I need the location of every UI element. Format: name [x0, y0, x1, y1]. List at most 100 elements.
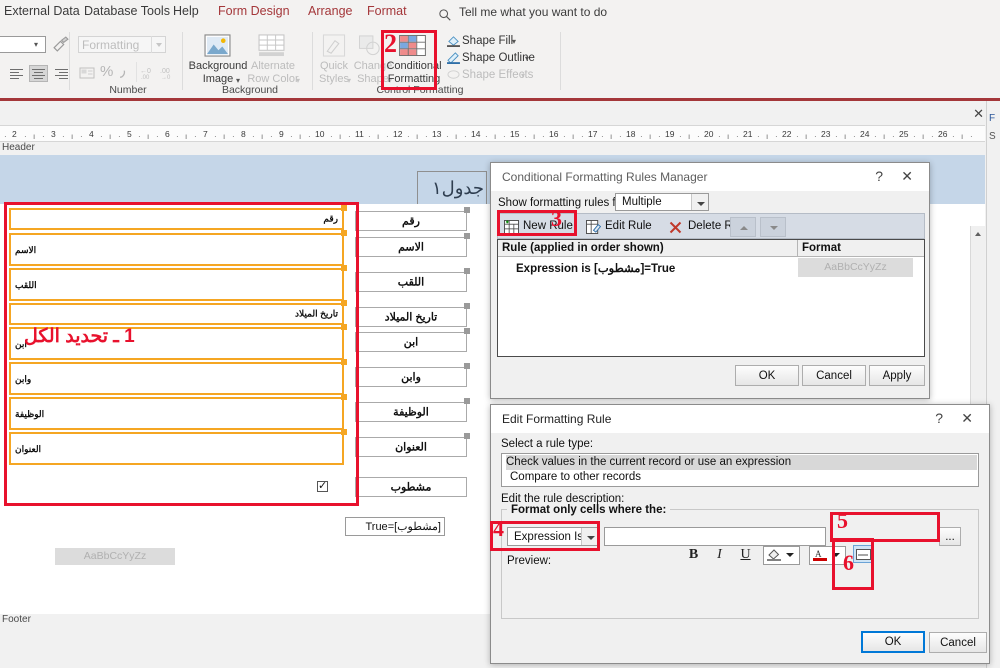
ruler-tick: 23 — [821, 129, 831, 139]
horizontal-ruler[interactable]: · 2 · ı · 3 · ı · 4 · ı · 5 · ı · 6 · ı · 7 · ı · 8 … — [0, 125, 985, 142]
italic-icon[interactable]: I — [711, 547, 728, 564]
tab-form-design[interactable]: Form Design — [218, 4, 290, 18]
svg-text:→0: →0 — [161, 75, 171, 81]
scroll-up-icon[interactable] — [971, 226, 986, 241]
move-rule-up-button[interactable] — [730, 217, 756, 237]
tell-me-box[interactable]: Tell me what you want to do — [459, 5, 607, 19]
ribbon: External Data Database Tools Help Form D… — [0, 0, 1000, 101]
preview-label: Preview: — [507, 555, 552, 567]
annotation-number-3: 3 — [551, 206, 562, 231]
shape-fill-label[interactable]: Shape Fill — [462, 35, 513, 47]
button-label: OK — [884, 636, 902, 648]
close-icon[interactable]: ✕ — [961, 410, 973, 427]
close-icon[interactable]: ✕ — [901, 168, 913, 185]
button-label: Cancel — [940, 636, 976, 649]
rules-grid[interactable]: Rule (applied in order shown) Format Exp… — [497, 239, 925, 357]
show-rules-select[interactable]: Multiple — [615, 193, 709, 211]
ruler-tick: 10 — [315, 129, 325, 139]
expression-operand-input[interactable] — [604, 527, 826, 546]
align-center-icon[interactable] — [29, 65, 48, 82]
rules-cancel-button[interactable]: Cancel — [802, 365, 866, 386]
ruler-tick: 24 — [860, 129, 870, 139]
label-control-raqm[interactable]: رقم — [355, 211, 467, 231]
ruler-tick: 5 — [127, 129, 132, 139]
label-control-ibn[interactable]: ابن — [355, 332, 467, 352]
table-row[interactable]: Expression is [مشطوب]=True AaBbCcYyZz — [498, 257, 924, 278]
label-text: مشطوب — [390, 481, 432, 494]
annotation-number-2: 2 — [384, 29, 397, 58]
edit-rule-ok-button[interactable]: OK — [861, 631, 925, 653]
edit-rule-cancel-button[interactable]: Cancel — [929, 632, 987, 653]
format-painter-icon[interactable] — [52, 36, 69, 53]
format-only-cells-label: Format only cells where the: — [507, 504, 671, 516]
formatting-dropdown-arrow[interactable] — [151, 36, 166, 53]
help-icon[interactable]: ? — [935, 410, 943, 426]
expression-builder-button[interactable]: ... — [939, 527, 961, 546]
button-label: OK — [758, 369, 776, 382]
ribbon-body: ▾ Formatting % ٫ ←0 .00 .00 →0 Number Ba… — [0, 28, 1000, 101]
label-control-wazifa[interactable]: الوظيفة — [355, 402, 467, 422]
expression-value-text: [مشطوب]=True — [365, 521, 441, 533]
ruler-tick: 7 — [203, 129, 208, 139]
chevron-down-icon[interactable]: ▾ — [512, 37, 516, 46]
section-header-band[interactable]: Header — [0, 142, 985, 155]
tab-database-tools[interactable]: Database Tools — [84, 4, 170, 18]
tab-external-data[interactable]: External Data — [4, 4, 80, 18]
conditional-formatting-rules-manager-dialog[interactable]: Conditional Formatting Rules Manager ? ✕… — [490, 162, 930, 399]
expression-value-input[interactable]: [مشطوب]=True — [345, 517, 445, 536]
label-control-laqab[interactable]: اللقب — [355, 272, 467, 292]
tab-arrange[interactable]: Arrange — [308, 4, 352, 18]
ruler-tick: 8 — [241, 129, 246, 139]
bold-icon[interactable]: B — [685, 547, 702, 564]
rule-format-preview: AaBbCcYyZz — [798, 258, 913, 277]
chevron-down-icon[interactable]: ▾ — [34, 40, 38, 49]
rules-ok-button[interactable]: OK — [735, 365, 799, 386]
chevron-down-icon[interactable]: ▾ — [525, 54, 529, 63]
ruler-tick: 6 — [165, 129, 170, 139]
shape-effects-icon — [447, 70, 460, 79]
shape-outline-label[interactable]: Shape Outline — [462, 52, 535, 64]
label-control-ism[interactable]: الاسم — [355, 237, 467, 257]
list-item-rule-type-1[interactable]: Compare to other records — [510, 471, 641, 483]
rules-apply-button[interactable]: Apply — [869, 365, 925, 386]
ruler-tick: 9 — [279, 129, 284, 139]
label-control-unwan[interactable]: العنوان — [355, 437, 467, 457]
help-icon[interactable]: ? — [875, 168, 883, 184]
ruler-tick: 3 — [51, 129, 56, 139]
rule-type-list[interactable]: Check values in the current record or us… — [501, 453, 979, 487]
label-control-mashtoub[interactable]: مشطوب — [355, 477, 467, 497]
align-right-icon[interactable] — [53, 66, 70, 81]
format-preview-box: AaBbCcYyZz — [55, 548, 175, 565]
annotation-box-1 — [4, 202, 359, 506]
annotation-number-4: 4 — [493, 516, 504, 541]
ribbon-tab-bar: External Data Database Tools Help Form D… — [0, 0, 1000, 28]
edit-rule-icon — [586, 220, 601, 234]
tab-format[interactable]: Format — [367, 4, 407, 18]
svg-text:.00: .00 — [160, 68, 170, 75]
show-rules-value: Multiple — [622, 196, 662, 208]
chevron-down-icon[interactable] — [691, 194, 708, 210]
pen-icon[interactable] — [447, 52, 460, 64]
form-title-text: جدول١ — [431, 178, 484, 198]
label-control-wabn[interactable]: وابن — [355, 367, 467, 387]
label-text: اللقب — [397, 276, 425, 289]
rules-grid-header: Rule (applied in order shown) Format — [498, 240, 924, 257]
close-icon[interactable]: ✕ — [973, 106, 984, 122]
label-control-tarikh-milad[interactable]: تاريخ الميلاد — [355, 307, 467, 327]
select-rule-type-label: Select a rule type: — [501, 438, 594, 450]
underline-icon[interactable]: U — [737, 547, 754, 564]
font-size-combo[interactable] — [0, 36, 46, 53]
background-color-button[interactable] — [763, 546, 800, 565]
tab-help[interactable]: Help — [173, 4, 199, 18]
annotation-box-3 — [497, 210, 577, 236]
ruler-tick: 4 — [89, 129, 94, 139]
annotation-number-5: 5 — [837, 508, 848, 533]
paint-bucket-icon[interactable] — [447, 35, 460, 47]
picture-icon[interactable] — [204, 34, 231, 57]
move-rule-down-button[interactable] — [760, 217, 786, 237]
edit-rule-button[interactable]: Edit Rule — [583, 216, 673, 238]
list-item-rule-type-0[interactable]: Check values in the current record or us… — [506, 455, 977, 470]
align-left-icon[interactable] — [8, 66, 25, 81]
rule-format-sample: AaBbCcYyZz — [824, 261, 887, 273]
label-text: ابن — [403, 336, 419, 349]
